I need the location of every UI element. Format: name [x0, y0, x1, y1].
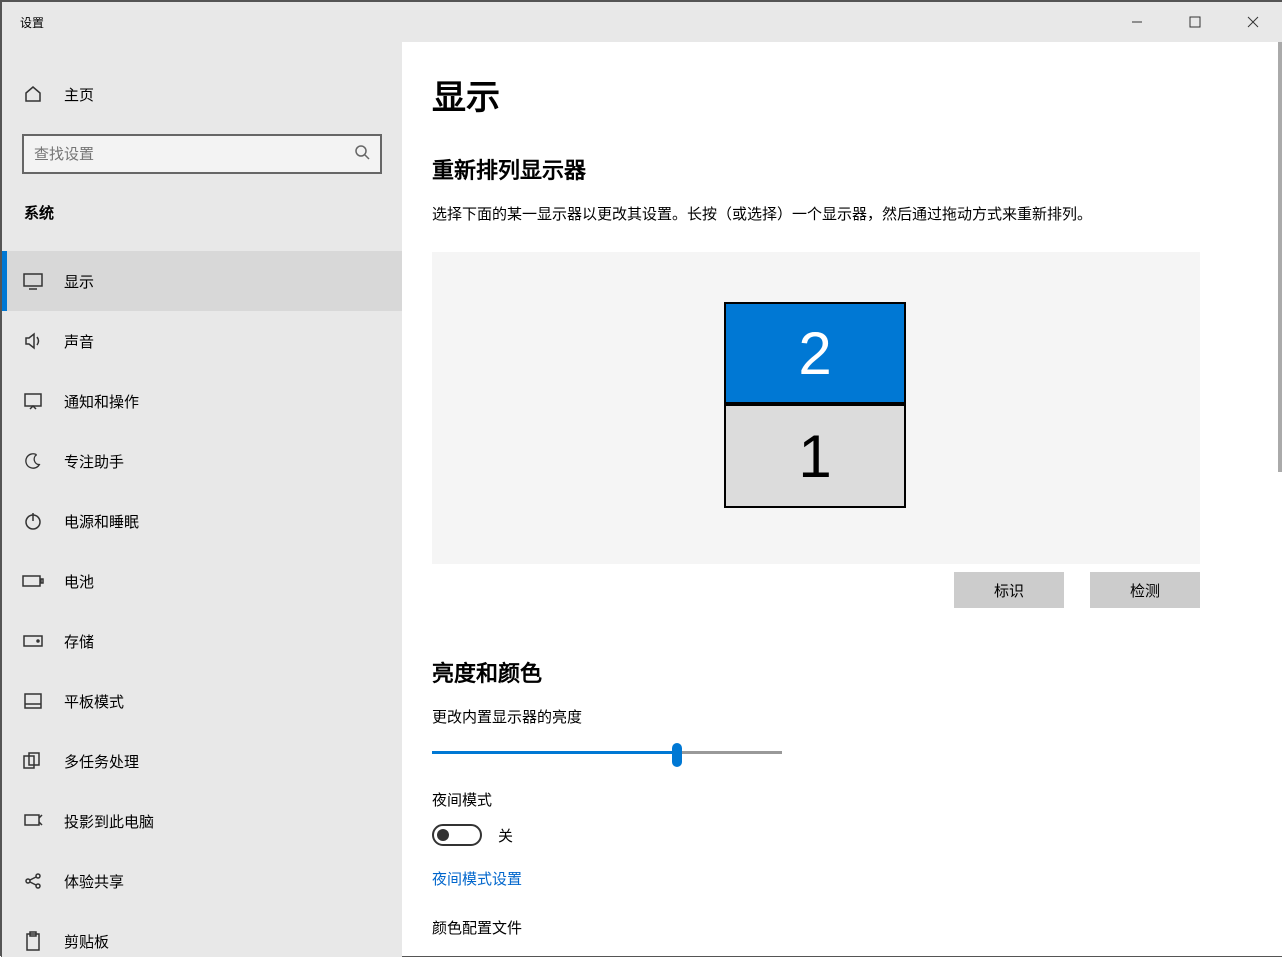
sidebar-item-notification[interactable]: 通知和操作	[2, 371, 402, 431]
search-icon	[354, 144, 370, 165]
sidebar-item-storage[interactable]: 存储	[2, 611, 402, 671]
sidebar-item-label: 电源和睡眠	[64, 511, 139, 532]
sidebar-item-label: 电池	[64, 571, 94, 592]
sound-icon	[22, 332, 44, 350]
rearrange-heading: 重新排列显示器	[432, 153, 1232, 185]
home-icon	[22, 84, 44, 104]
maximize-button[interactable]	[1166, 2, 1224, 42]
sidebar-item-label: 显示	[64, 271, 94, 292]
multitask-icon	[22, 752, 44, 770]
sidebar-item-label: 平板模式	[64, 691, 124, 712]
rearrange-description: 选择下面的某一显示器以更改其设置。长按（或选择）一个显示器，然后通过拖动方式来重…	[432, 203, 1232, 224]
sidebar-item-project[interactable]: 投影到此电脑	[2, 791, 402, 851]
color-profile-label: 颜色配置文件	[432, 917, 1232, 938]
share-icon	[22, 871, 44, 891]
sidebar-item-multitask[interactable]: 多任务处理	[2, 731, 402, 791]
sidebar-item-label: 专注助手	[64, 451, 124, 472]
slider-thumb[interactable]	[672, 743, 682, 767]
sidebar-item-label: 声音	[64, 331, 94, 352]
sidebar-item-battery[interactable]: 电池	[2, 551, 402, 611]
home-label: 主页	[64, 84, 94, 105]
notification-icon	[22, 392, 44, 410]
storage-icon	[22, 635, 44, 647]
night-mode-settings-link[interactable]: 夜间模式设置	[432, 868, 522, 889]
project-icon	[22, 812, 44, 830]
brightness-heading: 亮度和颜色	[432, 656, 1232, 688]
focus-icon	[22, 452, 44, 470]
sidebar-item-label: 存储	[64, 631, 94, 652]
sidebar-item-label: 投影到此电脑	[64, 811, 154, 832]
category-label: 系统	[2, 202, 402, 223]
night-mode-toggle[interactable]	[432, 824, 482, 846]
monitor-1[interactable]: 1	[724, 404, 906, 508]
sidebar-item-share[interactable]: 体验共享	[2, 851, 402, 911]
sidebar-item-label: 多任务处理	[64, 751, 139, 772]
search-box[interactable]	[22, 134, 382, 174]
detect-button[interactable]: 检测	[1090, 572, 1200, 608]
tablet-icon	[22, 692, 44, 710]
sidebar-item-tablet[interactable]: 平板模式	[2, 671, 402, 731]
sidebar-item-clipboard[interactable]: 剪贴板	[2, 911, 402, 957]
display-arrangement-area[interactable]: 21	[432, 252, 1200, 564]
power-icon	[22, 511, 44, 531]
sidebar: 主页 系统 显示声音通知和操作专注助手电源和睡眠电池存储平板模式多任务处理投影到…	[2, 42, 402, 957]
identify-button[interactable]: 标识	[954, 572, 1064, 608]
home-nav[interactable]: 主页	[2, 72, 402, 116]
sidebar-item-label: 体验共享	[64, 871, 124, 892]
sidebar-item-focus[interactable]: 专注助手	[2, 431, 402, 491]
close-button[interactable]	[1224, 2, 1282, 42]
battery-icon	[22, 574, 44, 588]
monitor-icon	[22, 272, 44, 290]
scrollbar[interactable]	[1278, 42, 1282, 472]
minimize-button[interactable]	[1108, 2, 1166, 42]
main-content: 显示 重新排列显示器 选择下面的某一显示器以更改其设置。长按（或选择）一个显示器…	[402, 42, 1282, 957]
monitor-2[interactable]: 2	[724, 302, 906, 404]
sidebar-item-label: 剪贴板	[64, 931, 109, 952]
window-title: 设置	[2, 14, 44, 31]
brightness-slider-label: 更改内置显示器的亮度	[432, 706, 1232, 727]
clipboard-icon	[22, 931, 44, 951]
sidebar-item-sound[interactable]: 声音	[2, 311, 402, 371]
sidebar-item-monitor[interactable]: 显示	[2, 251, 402, 311]
night-mode-label: 夜间模式	[432, 789, 1232, 810]
sidebar-item-label: 通知和操作	[64, 391, 139, 412]
night-mode-state: 关	[498, 825, 513, 846]
search-input[interactable]	[34, 146, 354, 163]
page-title: 显示	[432, 70, 1232, 119]
titlebar: 设置	[2, 2, 1282, 42]
brightness-slider[interactable]	[432, 741, 782, 765]
sidebar-item-power[interactable]: 电源和睡眠	[2, 491, 402, 551]
